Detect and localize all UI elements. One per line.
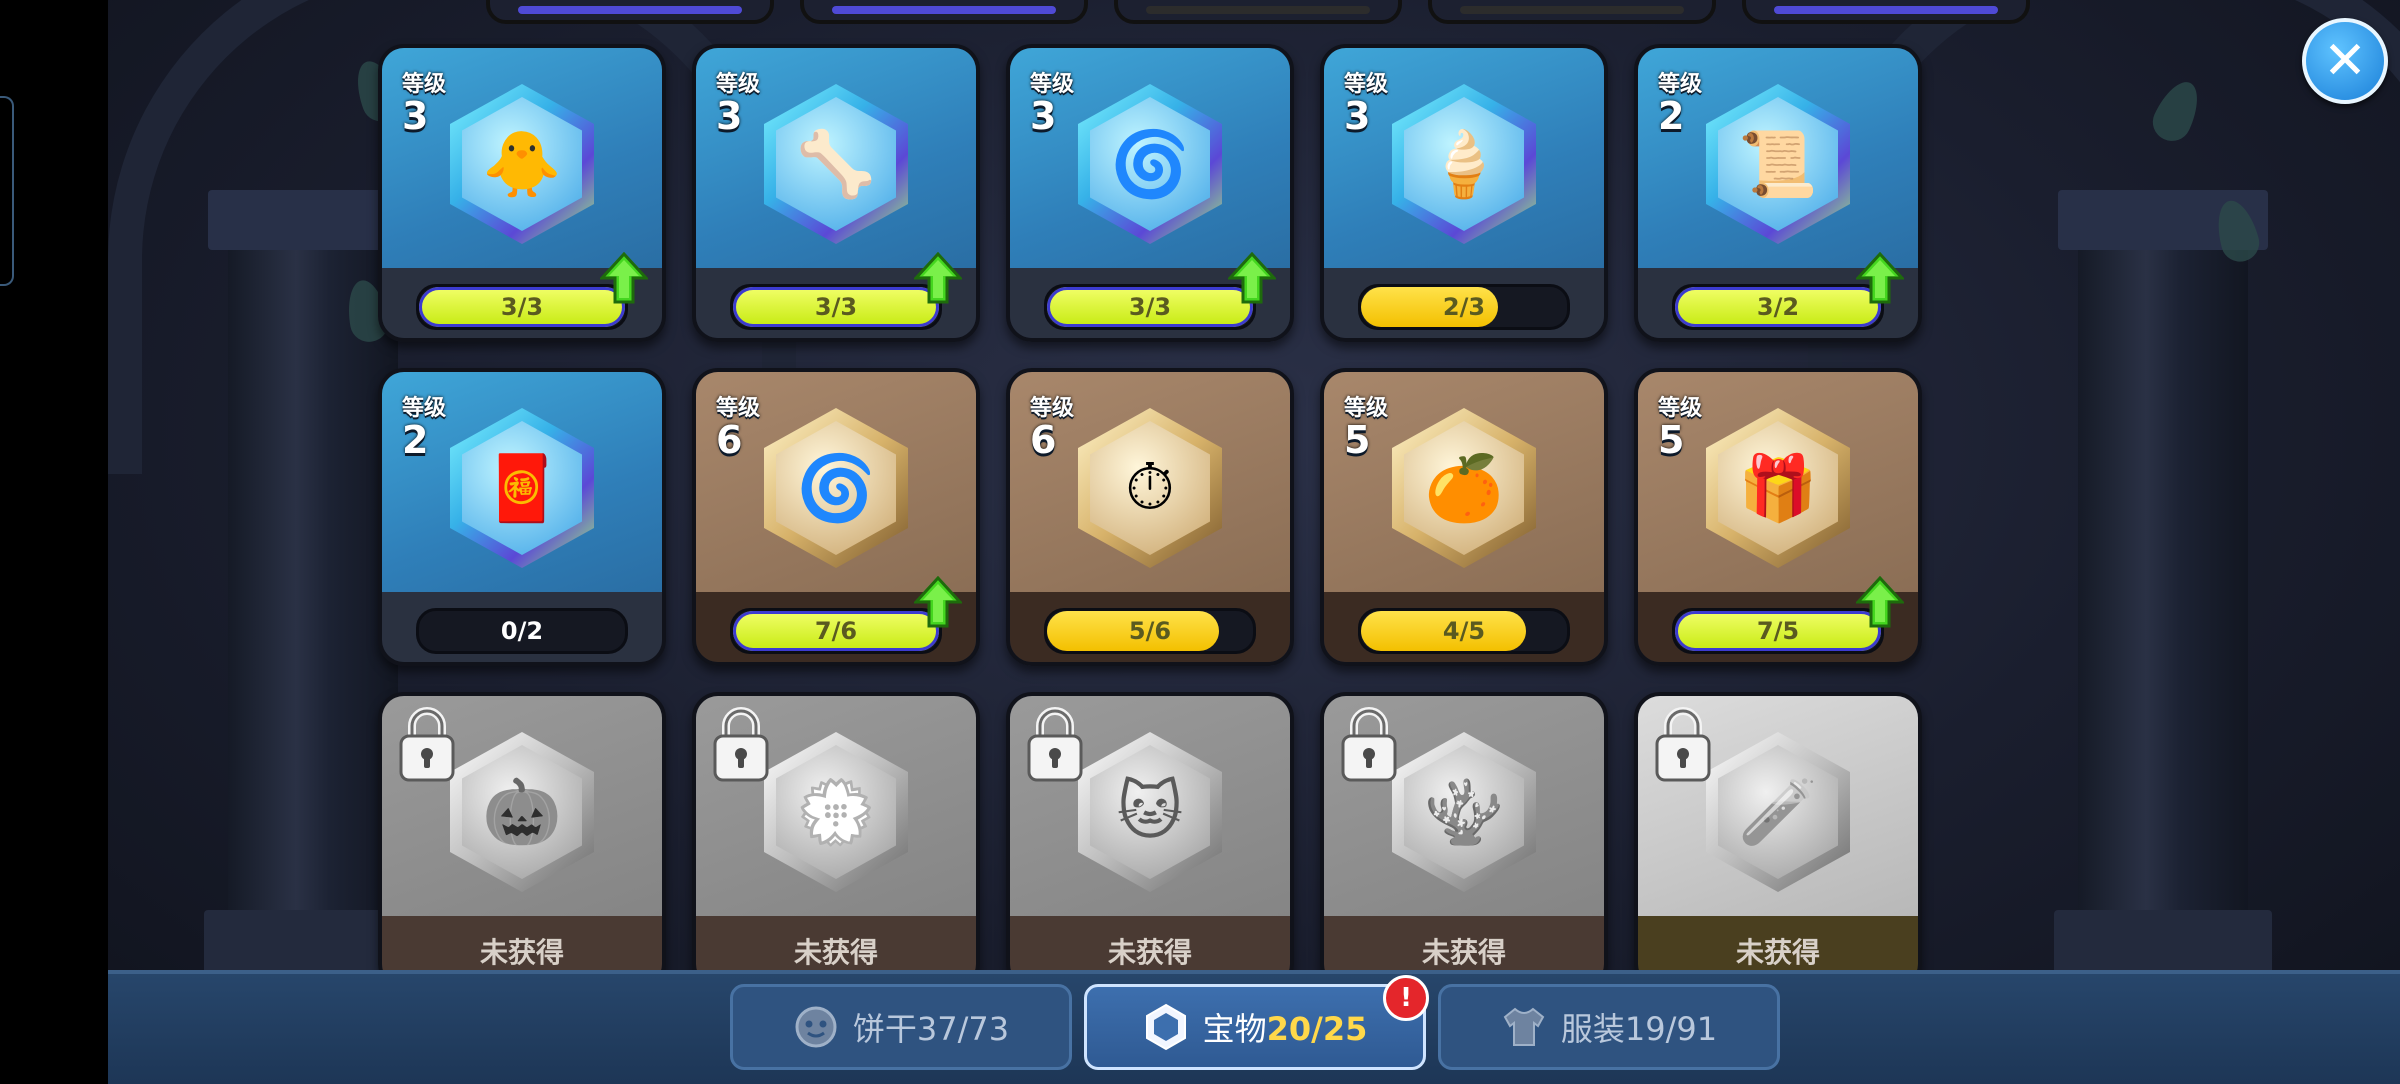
progress-text: 7/6 — [814, 617, 858, 645]
upgrade-progress-bar: 5/6 — [1044, 608, 1256, 654]
level-value: 5 — [1658, 418, 1685, 462]
tab-treasures-label: 宝物 — [1202, 1010, 1267, 1048]
lock-icon — [1652, 704, 1714, 784]
level-value: 2 — [402, 418, 429, 462]
treasure-card-locked[interactable]: 🎃 未获得 — [378, 692, 666, 990]
side-edge-handle[interactable] — [0, 96, 14, 286]
upgrade-progress-bar: 7/6 — [730, 608, 942, 654]
upgrade-arrow-icon — [1226, 251, 1278, 304]
upgrade-arrow-icon — [1854, 575, 1906, 628]
level-value: 3 — [1030, 94, 1057, 138]
treasure-card-locked[interactable]: 🧪 未获得 — [1634, 692, 1922, 990]
upgrade-arrow-icon — [598, 251, 650, 304]
lock-icon — [396, 704, 458, 784]
treasure-card[interactable]: 等级 2 🧧 0/2 — [378, 368, 666, 666]
progress-text: 3/3 — [500, 293, 544, 321]
upgrade-progress-bar: 3/3 — [1044, 284, 1256, 330]
progress-text: 3/2 — [1756, 293, 1800, 321]
notification-badge: ! — [1383, 975, 1429, 1021]
lock-icon — [1024, 704, 1086, 784]
tab-costumes[interactable]: 服装19/91 — [1438, 984, 1780, 1070]
level-value: 3 — [1344, 94, 1371, 138]
close-button[interactable]: ✕ — [2302, 18, 2388, 104]
treasure-hexagon-icon — [1143, 1003, 1189, 1051]
treasure-card-partial[interactable] — [1428, 0, 1716, 24]
progress-text: 5/6 — [1128, 617, 1172, 645]
upgrade-progress-bar: 3/2 — [1672, 284, 1884, 330]
collection-tab-bar: 饼干37/73 宝物20/25 ! 服装19/91 — [108, 970, 2400, 1084]
upgrade-progress-bar: 0/2 — [416, 608, 628, 654]
treasure-card-partial[interactable] — [800, 0, 1088, 24]
treasure-card-partial[interactable] — [1114, 0, 1402, 24]
level-value: 3 — [716, 94, 743, 138]
tab-costumes-count: 19/91 — [1624, 1010, 1718, 1048]
upgrade-progress-bar: 3/3 — [416, 284, 628, 330]
treasure-card[interactable]: 等级 5 🍊 4/5 — [1320, 368, 1608, 666]
shirt-icon — [1501, 1004, 1547, 1050]
background-column-right — [2054, 190, 2272, 990]
cookie-face-icon — [793, 1004, 839, 1050]
upgrade-progress-bar: 3/3 — [730, 284, 942, 330]
tab-cookies[interactable]: 饼干37/73 — [730, 984, 1072, 1070]
upgrade-arrow-icon — [1854, 251, 1906, 304]
treasure-card-partial[interactable] — [1742, 0, 2030, 24]
treasure-card-locked[interactable]: 🪸 未获得 — [1320, 692, 1608, 990]
progress-text: 3/3 — [814, 293, 858, 321]
upgrade-progress-bar: 2/3 — [1358, 284, 1570, 330]
treasure-card[interactable]: 等级 6 ⏱ 5/6 — [1006, 368, 1294, 666]
lock-icon — [1338, 704, 1400, 784]
progress-text: 3/3 — [1128, 293, 1172, 321]
treasure-card[interactable]: 等级 3 🐥 3/3 — [378, 44, 666, 342]
treasure-card[interactable]: 等级 3 🦴 3/3 — [692, 44, 980, 342]
tab-treasures[interactable]: 宝物20/25 ! — [1084, 975, 1429, 1070]
tab-cookies-count: 37/73 — [916, 1010, 1010, 1048]
treasure-card[interactable]: 等级 2 📜 3/2 — [1634, 44, 1922, 342]
tab-treasures-count: 20/25 — [1266, 1010, 1368, 1048]
level-value: 6 — [716, 418, 743, 462]
treasure-card[interactable]: 等级 3 🍦 2/3 — [1320, 44, 1608, 342]
tab-costumes-label: 服装 — [1560, 1010, 1625, 1048]
level-value: 3 — [402, 94, 429, 138]
level-value: 6 — [1030, 418, 1057, 462]
close-icon: ✕ — [2323, 31, 2367, 91]
treasure-card[interactable]: 等级 6 🌀 7/6 — [692, 368, 980, 666]
treasure-card-locked[interactable]: 💮 未获得 — [692, 692, 980, 990]
treasure-card[interactable]: 等级 3 🌀 3/3 — [1006, 44, 1294, 342]
upgrade-arrow-icon — [912, 575, 964, 628]
level-value: 5 — [1344, 418, 1371, 462]
progress-text: 0/2 — [500, 617, 544, 645]
upgrade-progress-bar: 4/5 — [1358, 608, 1570, 654]
progress-text: 4/5 — [1442, 617, 1486, 645]
progress-text: 2/3 — [1442, 293, 1486, 321]
lock-icon — [710, 704, 772, 784]
level-value: 2 — [1658, 94, 1685, 138]
treasure-card-locked[interactable]: 🐱 未获得 — [1006, 692, 1294, 990]
progress-text: 7/5 — [1756, 617, 1800, 645]
upgrade-arrow-icon — [912, 251, 964, 304]
treasure-card[interactable]: 等级 5 🎁 7/5 — [1634, 368, 1922, 666]
treasure-card-partial[interactable] — [486, 0, 774, 24]
tab-cookies-label: 饼干 — [852, 1010, 917, 1048]
upgrade-progress-bar: 7/5 — [1672, 608, 1884, 654]
